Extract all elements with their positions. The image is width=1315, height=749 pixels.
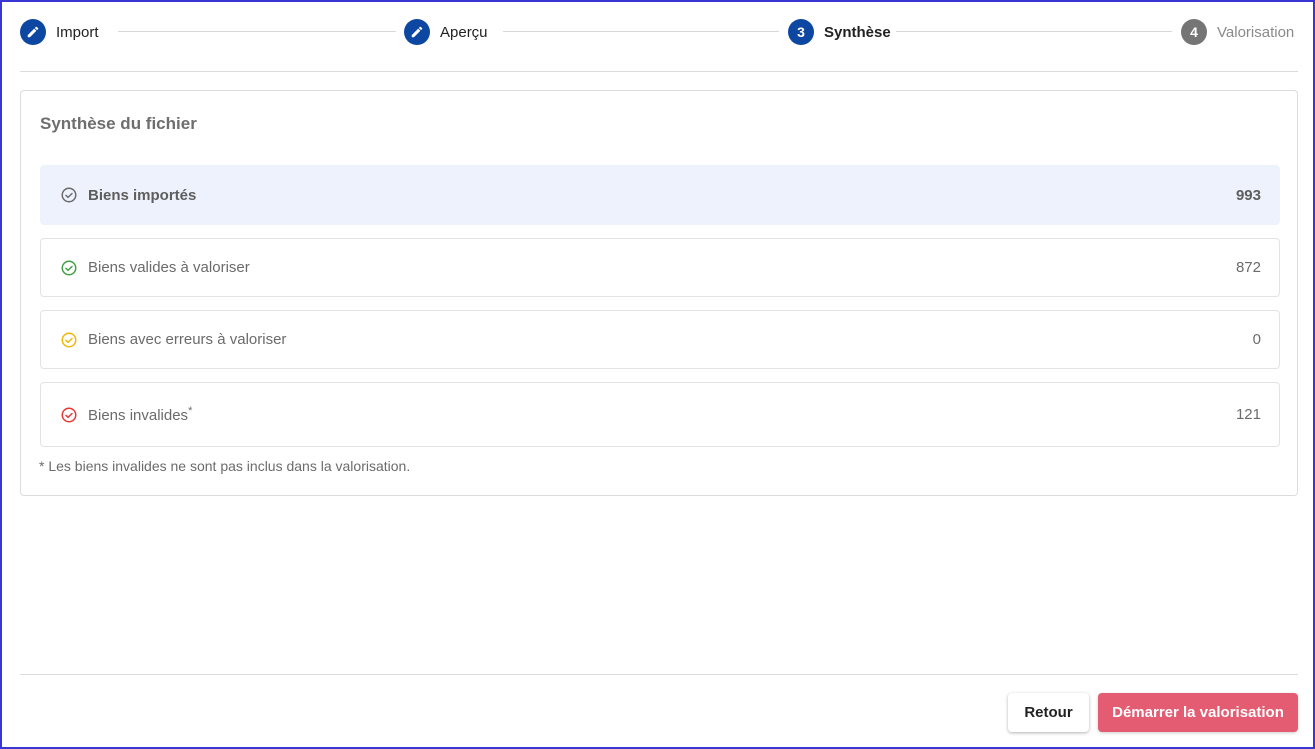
row-label-text: Biens invalides — [88, 407, 189, 424]
step-number-badge: 3 — [788, 19, 814, 45]
step-connector — [118, 31, 396, 32]
summary-row-invalid: Biens invalides* 121 — [40, 382, 1280, 447]
step-label: Aperçu — [440, 23, 488, 41]
card-title: Synthèse du fichier — [40, 114, 197, 133]
step-apercu[interactable]: Aperçu — [404, 17, 488, 47]
pencil-icon — [20, 19, 46, 45]
row-value: 121 — [1235, 406, 1261, 423]
footnote-marker: * — [188, 405, 193, 417]
check-circle-icon — [60, 186, 78, 204]
pencil-icon — [404, 19, 430, 45]
check-circle-icon — [60, 331, 78, 349]
divider — [20, 71, 1298, 72]
summary-row-imported: Biens importés 993 — [40, 165, 1280, 225]
divider — [20, 674, 1298, 675]
row-label: Biens valides à valoriser — [88, 259, 250, 276]
summary-row-errors: Biens avec erreurs à valoriser 0 — [40, 310, 1280, 369]
check-circle-icon — [60, 406, 78, 424]
back-button[interactable]: Retour — [1008, 693, 1089, 732]
row-value: 993 — [1235, 186, 1261, 204]
start-valuation-button[interactable]: Démarrer la valorisation — [1098, 693, 1298, 732]
row-label: Biens invalides* — [88, 405, 1236, 424]
step-label: Valorisation — [1217, 23, 1295, 41]
step-connector — [896, 31, 1172, 32]
step-valorisation[interactable]: 4 Valorisation — [1181, 17, 1294, 47]
row-label: Biens avec erreurs à valoriser — [88, 331, 287, 348]
stepper: Import Aperçu 3 Synthèse 4 Valorisation — [20, 17, 1298, 47]
step-connector — [503, 31, 779, 32]
step-import[interactable]: Import — [20, 17, 99, 47]
step-label: Synthèse — [824, 23, 891, 41]
step-label: Import — [56, 23, 99, 41]
row-value: 0 — [1252, 331, 1261, 348]
summary-row-valid: Biens valides à valoriser 872 — [40, 238, 1280, 297]
step-number-badge: 4 — [1181, 19, 1207, 45]
row-label: Biens importés — [88, 186, 197, 204]
footnote: * Les biens invalides ne sont pas inclus… — [39, 458, 411, 474]
summary-card: Synthèse du fichier Biens importés 993 B… — [20, 90, 1298, 496]
check-circle-icon — [60, 259, 78, 277]
row-value: 872 — [1235, 259, 1261, 276]
step-synthese[interactable]: 3 Synthèse — [788, 17, 891, 47]
